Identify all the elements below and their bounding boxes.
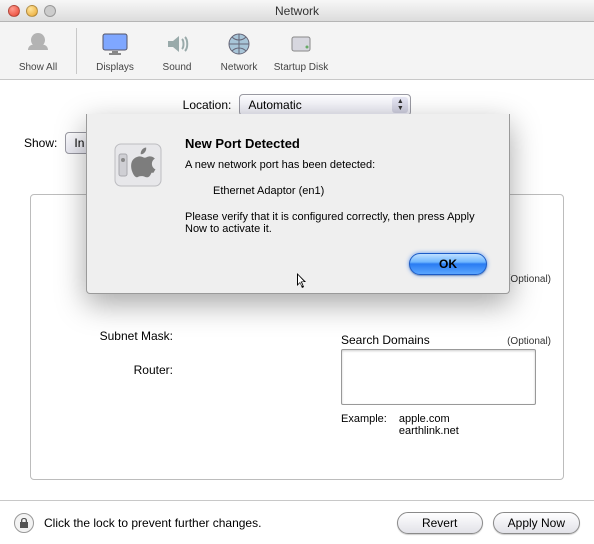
example-label: Example: [341,413,387,437]
preferences-toolbar: Show All Displays Sound Network Startup … [0,22,594,80]
search-domains-label: Search Domains [341,333,430,347]
sheet-app-icon [109,136,167,194]
example-domain-2: earthlink.net [399,425,459,437]
toolbar-displays-label: Displays [96,62,134,73]
toolbar-show-all-label: Show All [19,62,57,73]
window-title: Network [0,4,594,18]
lock-text: Click the lock to prevent further change… [44,516,261,530]
location-select[interactable]: Automatic ▲▼ [239,94,411,116]
optional-label-2: (Optional) [507,336,551,347]
sound-icon [161,28,193,60]
new-port-sheet: New Port Detected A new network port has… [86,114,510,294]
search-domains-input[interactable] [341,349,536,405]
lock-icon [19,517,29,529]
toolbar-show-all[interactable]: Show All [10,28,66,73]
divider [76,28,77,74]
sheet-ok-button[interactable]: OK [409,253,487,275]
sheet-title: New Port Detected [185,136,487,151]
sheet-device: Ethernet Adaptor (en1) [213,185,487,197]
router-label: Router: [43,363,173,377]
toolbar-sound-label: Sound [163,62,192,73]
toolbar-startup-disk[interactable]: Startup Disk [273,28,329,73]
toolbar-network-label: Network [221,62,258,73]
show-label: Show: [24,136,57,150]
location-label: Location: [183,98,232,112]
example-domain-1: apple.com [399,413,459,425]
displays-icon [99,28,131,60]
window-titlebar: Network [0,0,594,22]
toolbar-startup-disk-label: Startup Disk [274,62,328,73]
toolbar-sound[interactable]: Sound [149,28,205,73]
startup-disk-icon [285,28,317,60]
subnet-mask-label: Subnet Mask: [43,329,173,343]
optional-label-1: (Optional) [507,274,551,285]
lock-button[interactable] [14,513,34,533]
stepper-icon: ▲▼ [392,97,408,113]
location-value: Automatic [248,98,301,112]
sheet-line-2: Please verify that it is configured corr… [185,211,487,235]
toolbar-network[interactable]: Network [211,28,267,73]
apply-now-button[interactable]: Apply Now [493,512,580,534]
bottom-bar: Click the lock to prevent further change… [0,500,594,544]
toolbar-displays[interactable]: Displays [87,28,143,73]
revert-button[interactable]: Revert [397,512,483,534]
sheet-line-1: A new network port has been detected: [185,159,487,171]
show-all-icon [22,28,54,60]
network-icon [223,28,255,60]
show-value: In [74,136,84,150]
